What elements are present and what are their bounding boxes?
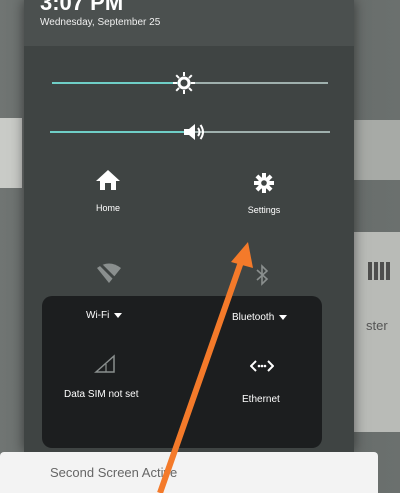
ethernet-label: Ethernet — [242, 394, 280, 405]
bluetooth-label: Bluetooth — [232, 312, 275, 323]
bluetooth-icon — [256, 264, 269, 286]
home-icon — [96, 170, 120, 190]
brightness-fill — [52, 82, 185, 84]
tile-home[interactable]: Home — [78, 168, 138, 213]
tile-bluetooth-icon[interactable] — [250, 264, 274, 291]
bluetooth-dropdown[interactable]: Bluetooth — [232, 312, 288, 323]
chevron-down-icon — [114, 312, 123, 318]
bottom-sheet[interactable]: Second Screen Active — [0, 452, 378, 493]
background-card-right-top — [354, 120, 400, 180]
tile-settings-label: Settings — [247, 205, 281, 215]
wifi-off-icon — [97, 262, 121, 284]
wifi-dropdown[interactable]: Wi-Fi — [86, 310, 123, 321]
background-text: ster — [366, 318, 388, 333]
tile-home-label: Home — [95, 203, 120, 213]
clock: 3:07 PM — [40, 0, 124, 15]
connectivity-area: Wi-Fi Bluetooth Data SIM not set Etherne… — [42, 296, 322, 448]
wifi-label: Wi-Fi — [86, 310, 110, 321]
sim-label: Data SIM not set — [64, 389, 139, 400]
volume-icon[interactable] — [182, 121, 204, 143]
volume-fill — [50, 131, 193, 133]
status-header: 3:07 PM Wednesday, September 25 — [24, 0, 354, 46]
gear-icon — [254, 173, 274, 193]
signal-icon[interactable] — [94, 354, 116, 374]
ethernet-icon[interactable] — [250, 360, 274, 372]
sheet-text: Second Screen Active — [50, 465, 178, 480]
date: Wednesday, September 25 — [40, 17, 161, 28]
background-card-left — [0, 118, 22, 188]
tile-wifi-icon[interactable] — [94, 262, 124, 289]
background-keypad-icon — [368, 262, 390, 280]
brightness-icon[interactable] — [173, 72, 196, 94]
chevron-down-icon — [279, 314, 288, 320]
tile-settings[interactable]: Settings — [232, 172, 296, 215]
